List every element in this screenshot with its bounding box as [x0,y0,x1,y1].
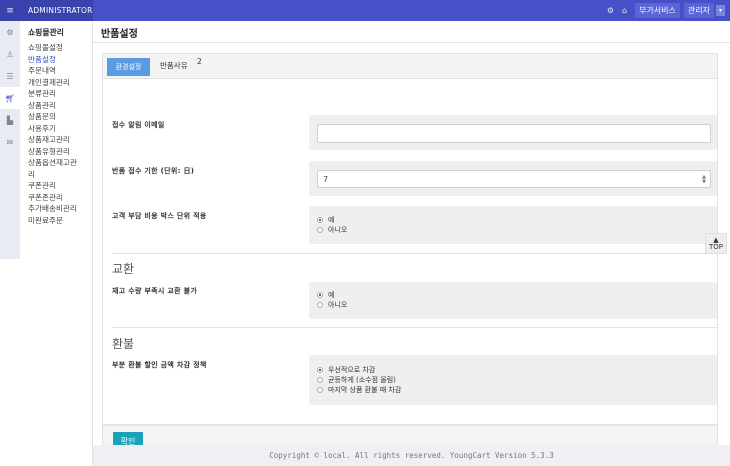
radio-unselected[interactable] [317,377,323,383]
sidebar-item-extra-shipping[interactable]: 추가배송비관리 [28,203,92,215]
sidebar-item-stock[interactable]: 상품재고관리 [28,134,92,146]
settings-panel: 접수 알림 이메일 반품 접수 기한 (단위: 日) 7 ▲ ▼ 고객 부담 비용… [102,79,718,425]
page-title: 반품설정 [101,29,138,40]
deadline-stepper[interactable]: 7 ▲ ▼ [317,170,711,188]
stock-shortage-yes[interactable]: 예 [317,290,334,300]
top-bar: ≡ ADMINISTRATOR ⚙ ⌂ 부가서비스 관리자 ▾ [0,0,730,21]
sidebar-item-product-type[interactable]: 상품유형관리 [28,146,92,158]
radio-unselected[interactable] [317,302,323,308]
chart-icon[interactable]: ▙ [0,109,20,131]
menu-icon[interactable]: ≡ [0,0,20,21]
scroll-top-button[interactable]: ▲ TOP [705,233,727,254]
radio-selected[interactable] [317,292,323,298]
radio-unselected[interactable] [317,227,323,233]
stock-shortage-label: 재고 수량 부족시 교환 불가 [112,287,198,295]
sidebar-item-personal-payment[interactable]: 개인결제관리 [28,77,92,89]
mail-icon[interactable]: ✉ [0,131,20,153]
stepper-arrows-icon[interactable]: ▲ ▼ [702,175,706,185]
radio-unselected[interactable] [317,387,323,393]
sidebar-item-shop-settings[interactable]: 쇼핑몰설정 [28,42,92,54]
box-cost-no[interactable]: 아니오 [317,225,347,235]
tab-return-reasons[interactable]: 반품사유 [160,60,188,71]
email-field[interactable] [317,124,711,143]
admin-menu-button[interactable]: 관리자 [683,3,714,18]
icon-nav: ⚙ ♙ ☰ 🛒︎ ▙ ✉ [0,21,20,259]
chevron-down-icon[interactable]: ▾ [715,5,725,16]
radio-selected[interactable] [317,217,323,223]
divider [112,253,717,254]
sidebar-item-product-qna[interactable]: 상품문의 [28,111,92,123]
box-cost-yes[interactable]: 예 [317,215,334,225]
email-label: 접수 알림 이메일 [112,121,165,129]
divider [93,42,730,43]
refund-heading: 환불 [112,337,135,351]
sidebar-item-reviews[interactable]: 사용후기 [28,123,92,135]
deadline-label: 반품 접수 기한 (단위: 日) [112,167,195,175]
tab-bar: 환경설정 반품사유 2 [102,53,718,79]
cart-icon[interactable]: 🛒︎ [0,87,20,109]
brand-title[interactable]: ADMINISTRATOR [20,0,93,21]
partial-refund-label: 부분 환불 할인 금액 차감 정책 [112,361,207,369]
box-cost-label: 고객 부담 비용 박스 단위 적용 [112,212,207,220]
sidebar-item-products[interactable]: 상품관리 [28,100,92,112]
settings-icon[interactable]: ⚙ [607,6,614,15]
divider [112,327,717,328]
sidebar-item-option-stock[interactable]: 상품옵션재고관 [28,157,92,169]
policy-last[interactable]: 마지막 상품 환불 때 차감 [317,385,401,395]
list-icon[interactable]: ☰ [0,65,20,87]
tab-count-badge: 2 [197,57,202,66]
policy-first[interactable]: 우선적으로 차감 [317,365,375,375]
deadline-value: 7 [323,174,329,184]
stock-shortage-no[interactable]: 아니오 [317,300,347,310]
top-label: TOP [708,242,723,251]
box-cost-options [309,206,717,244]
radio-selected[interactable] [317,367,323,373]
gear-icon[interactable]: ⚙ [0,21,20,43]
policy-even[interactable]: 균등하게 (소수점 올림) [317,375,396,385]
main-content: 반품설정 환경설정 반품사유 2 접수 알림 이메일 반품 접수 기한 (단위:… [93,21,730,466]
copyright-footer: Copyright © local. All rights reserved. … [93,445,730,466]
sidebar-group-title: 쇼핑몰관리 [28,28,64,37]
sidebar-item-option-stock-cont[interactable]: 리 [28,169,92,181]
sidebar-item-coupons[interactable]: 쿠폰관리 [28,180,92,192]
stock-shortage-options [309,282,717,319]
sidebar-item-return-settings[interactable]: 반품설정 [28,54,92,66]
sidebar-item-orders[interactable]: 주문내역 [28,65,92,77]
sidebar: 쇼핑몰관리 쇼핑몰설정 반품설정 주문내역 개인결제관리 분류관리 상품관리 상… [20,21,93,466]
exchange-heading: 교환 [112,262,135,276]
user-icon[interactable]: ♙ [0,43,20,65]
addon-service-link[interactable]: 부가서비스 [635,3,680,18]
sidebar-item-category[interactable]: 분류관리 [28,88,92,100]
tab-environment[interactable]: 환경설정 [107,58,150,76]
sidebar-item-incomplete-orders[interactable]: 미완료주문 [28,215,92,227]
home-icon[interactable]: ⌂ [622,6,627,15]
sidebar-item-coupon-zone[interactable]: 쿠폰존관리 [28,192,92,204]
